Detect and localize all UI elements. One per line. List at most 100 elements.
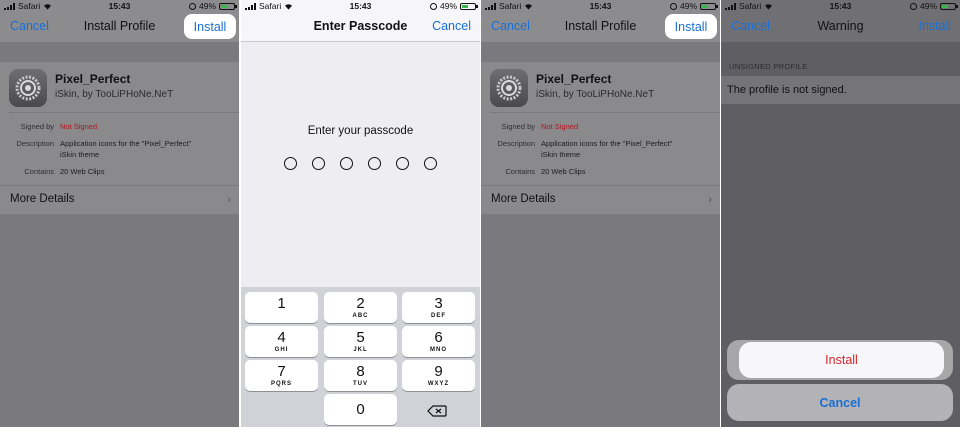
backspace-icon[interactable] [427,405,447,417]
key-letters: ABC [352,313,369,319]
battery-icon [219,2,237,10]
contains-value: 20 Web Clips [60,167,105,176]
contains-label: Contains [24,167,54,176]
key-digit: 2 [356,295,365,312]
passcode-dot [368,157,381,170]
battery-fill [221,4,227,8]
divider [481,214,720,215]
key-1[interactable]: 1 [245,292,318,323]
install-profile-screen-1: Safari 15:43 49% Cancel Install Profile … [0,0,239,427]
key-2[interactable]: 2 ABC [324,292,397,323]
install-button[interactable]: Install [918,19,951,33]
orientation-lock-icon [909,2,917,10]
profile-name: Pixel_Perfect [55,72,131,86]
key-9[interactable]: 9 WXYZ [402,360,475,391]
install-button[interactable]: Install [184,14,236,39]
key-digit: 0 [356,401,365,418]
signed-by-label: Signed by [20,122,54,131]
passcode-dot [340,157,353,170]
battery-icon [700,2,718,10]
profile-header: Pixel_Perfect iSkin, by TooLiPHoNe.NeT [481,62,720,112]
key-letters: TUV [353,381,368,387]
profile-subtitle: iSkin, by TooLiPHoNe.NeT [55,89,174,100]
sheet-cancel-button[interactable]: Cancel [727,384,953,421]
key-letters: DEF [431,313,446,319]
description-value-2: iSkin theme [60,150,100,159]
nav-bar: Enter Passcode Cancel [241,12,480,42]
settings-gear-icon [490,69,528,107]
passcode-dot [312,157,325,170]
nav-bar: Cancel Install Profile Install [0,12,239,42]
battery-icon [940,2,958,10]
divider [490,112,720,113]
install-profile-screen-2: Safari 15:43 49% Cancel Install Profile … [481,0,720,427]
battery-percent: 49% [198,1,216,11]
contains-label: Contains [505,167,535,176]
battery-fill [942,4,948,8]
key-digit: 6 [434,329,443,346]
passcode-screen: Safari 15:43 49% Enter Passcode Cancel E… [241,0,480,427]
sheet-install-button[interactable]: Install [739,342,944,378]
warning-message-row: The profile is not signed. [721,76,960,104]
numeric-keypad: 1 2 ABC 3 DEF 4 GHI 5 JKL 6 MNO 7 PQRS 8 TUV 9 WXYZ 0 [241,287,480,427]
key-letters: WXYZ [427,381,450,387]
battery-icon [460,2,478,10]
key-letters: JKL [353,347,368,353]
key-digit: 3 [434,295,443,312]
key-digit: 4 [277,329,286,346]
status-bar: Safari 15:43 49% [241,0,480,12]
divider [241,41,480,42]
profile-name: Pixel_Perfect [536,72,612,86]
nav-bar: Cancel Install Profile Install [481,12,720,42]
key-8[interactable]: 8 TUV [324,360,397,391]
battery-percent: 49% [439,1,457,11]
nav-bar: Cancel Warning Install [721,12,960,42]
key-5[interactable]: 5 JKL [324,326,397,357]
passcode-prompt: Enter your passcode [307,125,414,137]
key-6[interactable]: 6 MNO [402,326,475,357]
key-letters: GHI [274,347,289,353]
key-4[interactable]: 4 GHI [245,326,318,357]
orientation-lock-icon [429,2,437,10]
more-details-row[interactable]: More Details › [481,186,720,214]
battery-percent: 49% [919,1,937,11]
settings-gear-icon [9,69,47,107]
battery-percent: 49% [679,1,697,11]
divider [9,112,239,113]
chevron-right-icon: › [227,194,231,206]
key-0[interactable]: 0 [324,394,397,425]
battery-fill [702,4,708,8]
warning-screen: Safari 15:43 49% Cancel Warning Install … [721,0,960,427]
status-bar: Safari 15:43 49% [721,0,960,12]
more-details-label: More Details [491,193,556,205]
key-digit: 9 [434,363,443,380]
warning-message: The profile is not signed. [727,84,847,96]
install-button[interactable]: Install [665,14,717,39]
more-details-row[interactable]: More Details › [0,186,239,214]
key-digit: 1 [277,295,286,312]
section-header: UNSIGNED PROFILE [729,62,808,71]
passcode-dot [284,157,297,170]
profile-header: Pixel_Perfect iSkin, by TooLiPHoNe.NeT [0,62,239,112]
orientation-lock-icon [188,2,196,10]
contains-value: 20 Web Clips [541,167,586,176]
passcode-dot [424,157,437,170]
status-bar: Safari 15:43 49% [0,0,239,12]
status-bar: Safari 15:43 49% [481,0,720,12]
key-3[interactable]: 3 DEF [402,292,475,323]
key-digit: 8 [356,363,365,380]
key-letters: PQRS [270,381,292,387]
signed-by-value: Not Signed [60,122,98,131]
chevron-right-icon: › [708,194,712,206]
key-digit: 5 [356,329,365,346]
description-value-1: Application icons for the "Pixel_Perfect… [541,139,673,148]
passcode-dot [396,157,409,170]
battery-fill [462,4,468,8]
key-7[interactable]: 7 PQRS [245,360,318,391]
divider [0,214,239,215]
cancel-button[interactable]: Cancel [432,19,471,33]
passcode-dots [284,157,437,170]
signed-by-value: Not Signed [541,122,579,131]
key-digit: 7 [277,363,286,380]
orientation-lock-icon [669,2,677,10]
